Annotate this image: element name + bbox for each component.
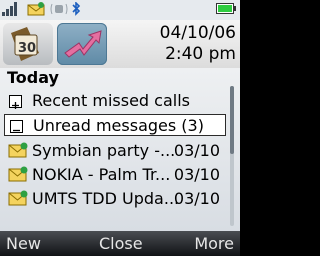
battery-icon [216, 3, 236, 14]
message-subject: UMTS TDD Upda... [32, 189, 180, 208]
softkey-more[interactable]: More [194, 234, 234, 253]
message-subject: NOKIA - Palm Tr... [32, 165, 171, 184]
softkey-close[interactable]: Close [99, 234, 143, 253]
status-bar [0, 0, 240, 20]
standby-header: 30 04/10/06 2:40 pm [0, 20, 240, 68]
phone-screen: 30 04/10/06 2:40 pm Today Recent missed … [0, 0, 240, 256]
tab-shortcuts[interactable] [57, 23, 107, 65]
message-date: 03/10 [173, 189, 220, 208]
new-email-status-icon [27, 2, 45, 16]
silent-mode-icon [50, 3, 68, 15]
scrollbar[interactable] [230, 86, 234, 226]
message-date: 03/10 [173, 141, 220, 160]
bluetooth-icon [72, 2, 81, 16]
panel-title: Today [7, 68, 59, 87]
tab-calendar[interactable]: 30 [3, 23, 53, 65]
scrollbar-thumb[interactable] [230, 86, 234, 154]
email-icon [8, 142, 28, 158]
collapse-minus-icon [10, 120, 23, 133]
message-subject: Symbian party -... [32, 141, 176, 160]
message-date: 03/10 [173, 165, 220, 184]
group-unread-messages[interactable]: Unread messages (3) [4, 114, 226, 136]
pink-arrow-icon [64, 30, 102, 58]
date-display: 04/10/06 [159, 23, 236, 43]
message-item[interactable]: NOKIA - Palm Tr... 03/10 [4, 164, 226, 186]
group-missed-calls[interactable]: Recent missed calls [4, 90, 226, 112]
expand-plus-icon [9, 95, 22, 109]
signal-strength-icon [2, 2, 17, 16]
message-item[interactable]: UMTS TDD Upda... 03/10 [4, 188, 226, 210]
group-label: Recent missed calls [32, 91, 190, 110]
email-icon [8, 166, 28, 182]
time-display: 2:40 pm [165, 44, 236, 64]
calendar-icon: 30 [11, 27, 39, 61]
group-label: Unread messages (3) [33, 116, 204, 135]
svg-text:30: 30 [18, 41, 36, 56]
today-panel: Today Recent missed calls Unread message… [0, 68, 240, 231]
email-icon [8, 190, 28, 206]
softkey-new[interactable]: New [6, 234, 41, 253]
message-item[interactable]: Symbian party -... 03/10 [4, 140, 226, 162]
softkey-bar: New Close More [0, 231, 240, 256]
